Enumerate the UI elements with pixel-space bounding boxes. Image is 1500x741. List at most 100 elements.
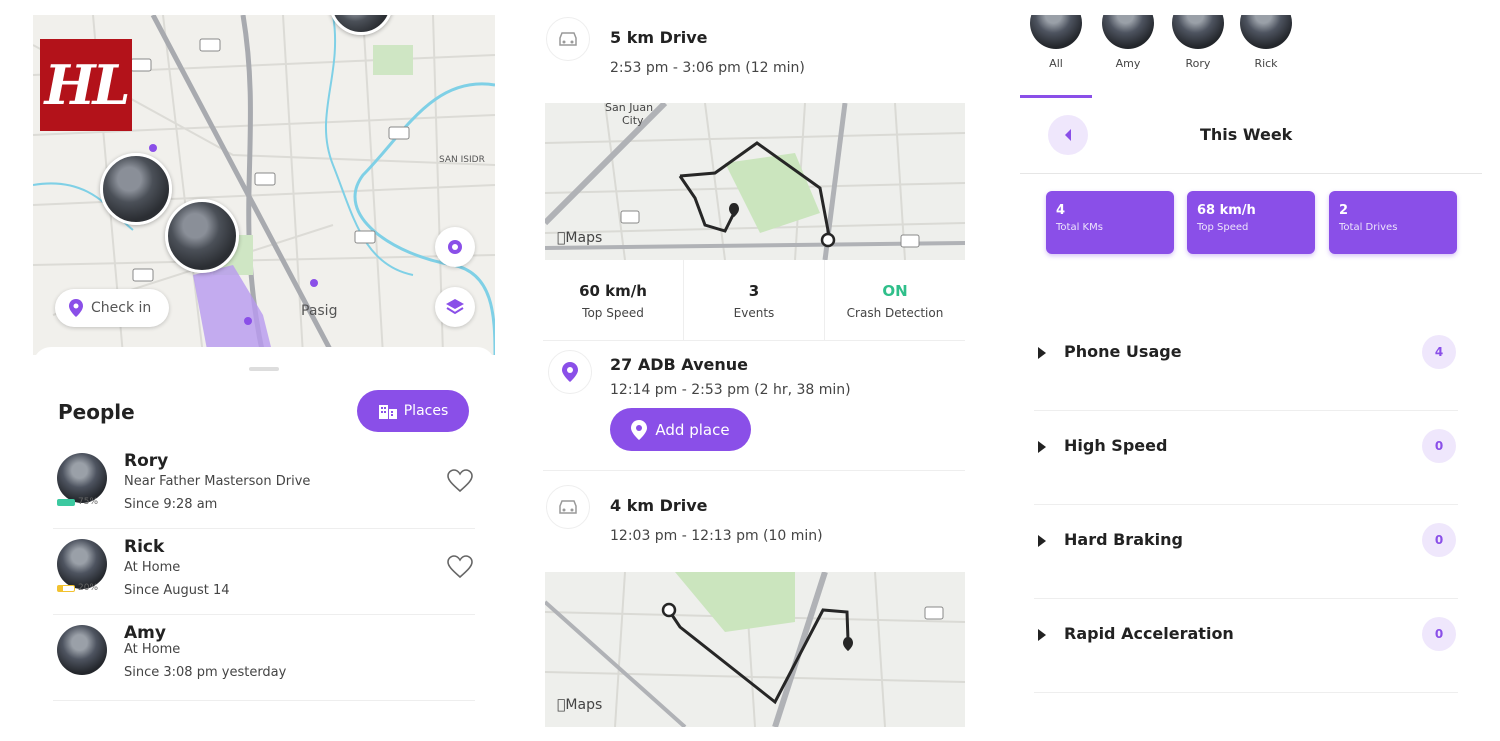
people-screen: Check in Pasig SAN ISIDR HL People Place…	[33, 15, 495, 727]
avatar-on-map[interactable]	[165, 199, 239, 273]
stat-value: ON	[882, 282, 908, 300]
battery-indicator: 75%	[57, 497, 98, 507]
event-row-hard-braking[interactable]: Hard Braking 0	[1034, 505, 1458, 599]
event-row-phone-usage[interactable]: Phone Usage 4	[1034, 317, 1458, 411]
heart-icon[interactable]	[447, 469, 473, 493]
map-place-label: SAN ISIDR	[439, 155, 485, 165]
drive-history-screen: 5 km Drive 2:53 pm - 3:06 pm (12 min) M…	[543, 15, 965, 727]
divider	[543, 340, 965, 341]
person-since: Since August 14	[124, 583, 230, 598]
map-city-label: San Juan	[605, 103, 654, 114]
map-layers-button[interactable]	[435, 287, 475, 327]
check-in-button[interactable]: Check in	[55, 289, 170, 327]
stat-label: Top Speed	[582, 306, 644, 320]
car-icon	[559, 32, 577, 46]
avatar	[1030, 15, 1082, 49]
drive-time: 2:53 pm - 3:06 pm (12 min)	[610, 60, 805, 76]
stat-value: 3	[748, 282, 760, 300]
event-title: Phone Usage	[1064, 342, 1182, 361]
active-tab-indicator	[1020, 95, 1092, 98]
event-row-rapid-acceleration[interactable]: Rapid Acceleration 0	[1034, 599, 1458, 693]
person-row[interactable]: 20% Rick At Home Since August 14	[53, 533, 475, 615]
avatar	[1172, 15, 1224, 49]
tab-label: Rick	[1254, 57, 1278, 70]
maps-brand: Maps	[557, 697, 602, 713]
drive-stats: 60 km/h Top Speed 3 Events ON Crash Dete…	[543, 260, 965, 340]
heart-icon[interactable]	[447, 555, 473, 579]
drive-route-map[interactable]: Maps San Juan City	[545, 103, 965, 260]
caret-right-icon	[1038, 629, 1046, 641]
event-row-high-speed[interactable]: High Speed 0	[1034, 411, 1458, 505]
places-button[interactable]: Places	[357, 390, 469, 432]
add-place-button[interactable]: Add place	[610, 408, 751, 451]
avatar	[1102, 15, 1154, 49]
tab-all[interactable]: All	[1020, 15, 1092, 70]
person-since: Since 3:08 pm yesterday	[124, 665, 287, 680]
drive-time: 12:03 pm - 12:13 pm (10 min)	[610, 528, 823, 544]
add-place-label: Add place	[655, 420, 730, 439]
person-row[interactable]: Amy At Home Since 3:08 pm yesterday	[53, 619, 475, 701]
people-title: People	[58, 400, 135, 424]
battery-icon	[57, 498, 75, 506]
card-label: Total Drives	[1339, 222, 1398, 233]
person-row[interactable]: 75% Rory Near Father Masterson Drive Sin…	[53, 447, 475, 529]
tab-rory[interactable]: Rory	[1162, 15, 1234, 70]
map-view[interactable]: Check in Pasig SAN ISIDR HL	[33, 15, 495, 355]
avatar	[57, 625, 107, 675]
avatar-on-map[interactable]	[100, 153, 172, 225]
hl-logo: HL	[40, 39, 132, 131]
event-title: Hard Braking	[1064, 530, 1183, 549]
car-icon	[559, 500, 577, 514]
summary-card-total-drives: 2 Total Drives	[1329, 191, 1457, 254]
person-name: Rick	[124, 537, 165, 557]
card-value: 4	[1056, 203, 1066, 218]
event-title: High Speed	[1064, 436, 1168, 455]
battery-level: 75%	[78, 497, 99, 507]
stat-events: 3 Events	[684, 260, 825, 340]
place-icon-wrap	[548, 350, 592, 394]
week-title: This Week	[1200, 125, 1293, 144]
caret-right-icon	[1038, 441, 1046, 453]
pin-icon	[631, 419, 648, 440]
people-sheet: People Places 75% Rory Near Father Maste…	[33, 347, 495, 727]
chevron-left-icon	[1065, 129, 1071, 141]
event-count-badge: 4	[1422, 335, 1456, 369]
building-icon	[378, 405, 397, 419]
person-since: Since 9:28 am	[124, 497, 218, 512]
layers-icon	[446, 299, 464, 315]
divider	[1020, 173, 1482, 174]
tab-amy[interactable]: Amy	[1092, 15, 1164, 70]
caret-right-icon	[1038, 347, 1046, 359]
person-location: Near Father Masterson Drive	[124, 474, 311, 489]
drive-report-screen: All Amy Rory Rick This Week 4 Total KMs …	[1020, 15, 1482, 727]
check-in-label: Check in	[91, 300, 152, 316]
drive-title: 4 km Drive	[610, 496, 708, 515]
avatar	[57, 453, 107, 503]
event-title: Rapid Acceleration	[1064, 624, 1234, 643]
previous-week-button[interactable]	[1048, 115, 1088, 155]
tab-rick[interactable]: Rick	[1230, 15, 1302, 70]
stat-label: Crash Detection	[846, 306, 944, 320]
tab-label: Amy	[1115, 57, 1141, 70]
divider	[543, 470, 965, 471]
drive-title: 5 km Drive	[610, 28, 708, 47]
place-time: 12:14 pm - 2:53 pm (2 hr, 38 min)	[610, 382, 851, 398]
battery-level: 20%	[78, 583, 99, 593]
drive-icon-wrap	[546, 17, 590, 61]
stat-crash-detection: ON Crash Detection	[825, 260, 965, 340]
sheet-handle[interactable]	[249, 367, 279, 371]
place-title: 27 ADB Avenue	[610, 355, 748, 374]
location-button[interactable]	[435, 227, 475, 267]
event-count-badge: 0	[1422, 523, 1456, 557]
card-label: Top Speed	[1197, 222, 1249, 233]
card-label: Total KMs	[1056, 222, 1103, 233]
pin-icon	[69, 299, 83, 317]
tab-label: All	[1049, 57, 1063, 70]
maps-brand: Maps	[557, 230, 602, 246]
battery-indicator: 20%	[57, 583, 98, 593]
drive-route-map[interactable]: Maps	[545, 572, 965, 727]
card-value: 2	[1339, 203, 1349, 218]
stat-label: Events	[733, 306, 775, 320]
maps-brand-label: Maps	[557, 230, 602, 246]
person-location: At Home	[124, 642, 181, 657]
